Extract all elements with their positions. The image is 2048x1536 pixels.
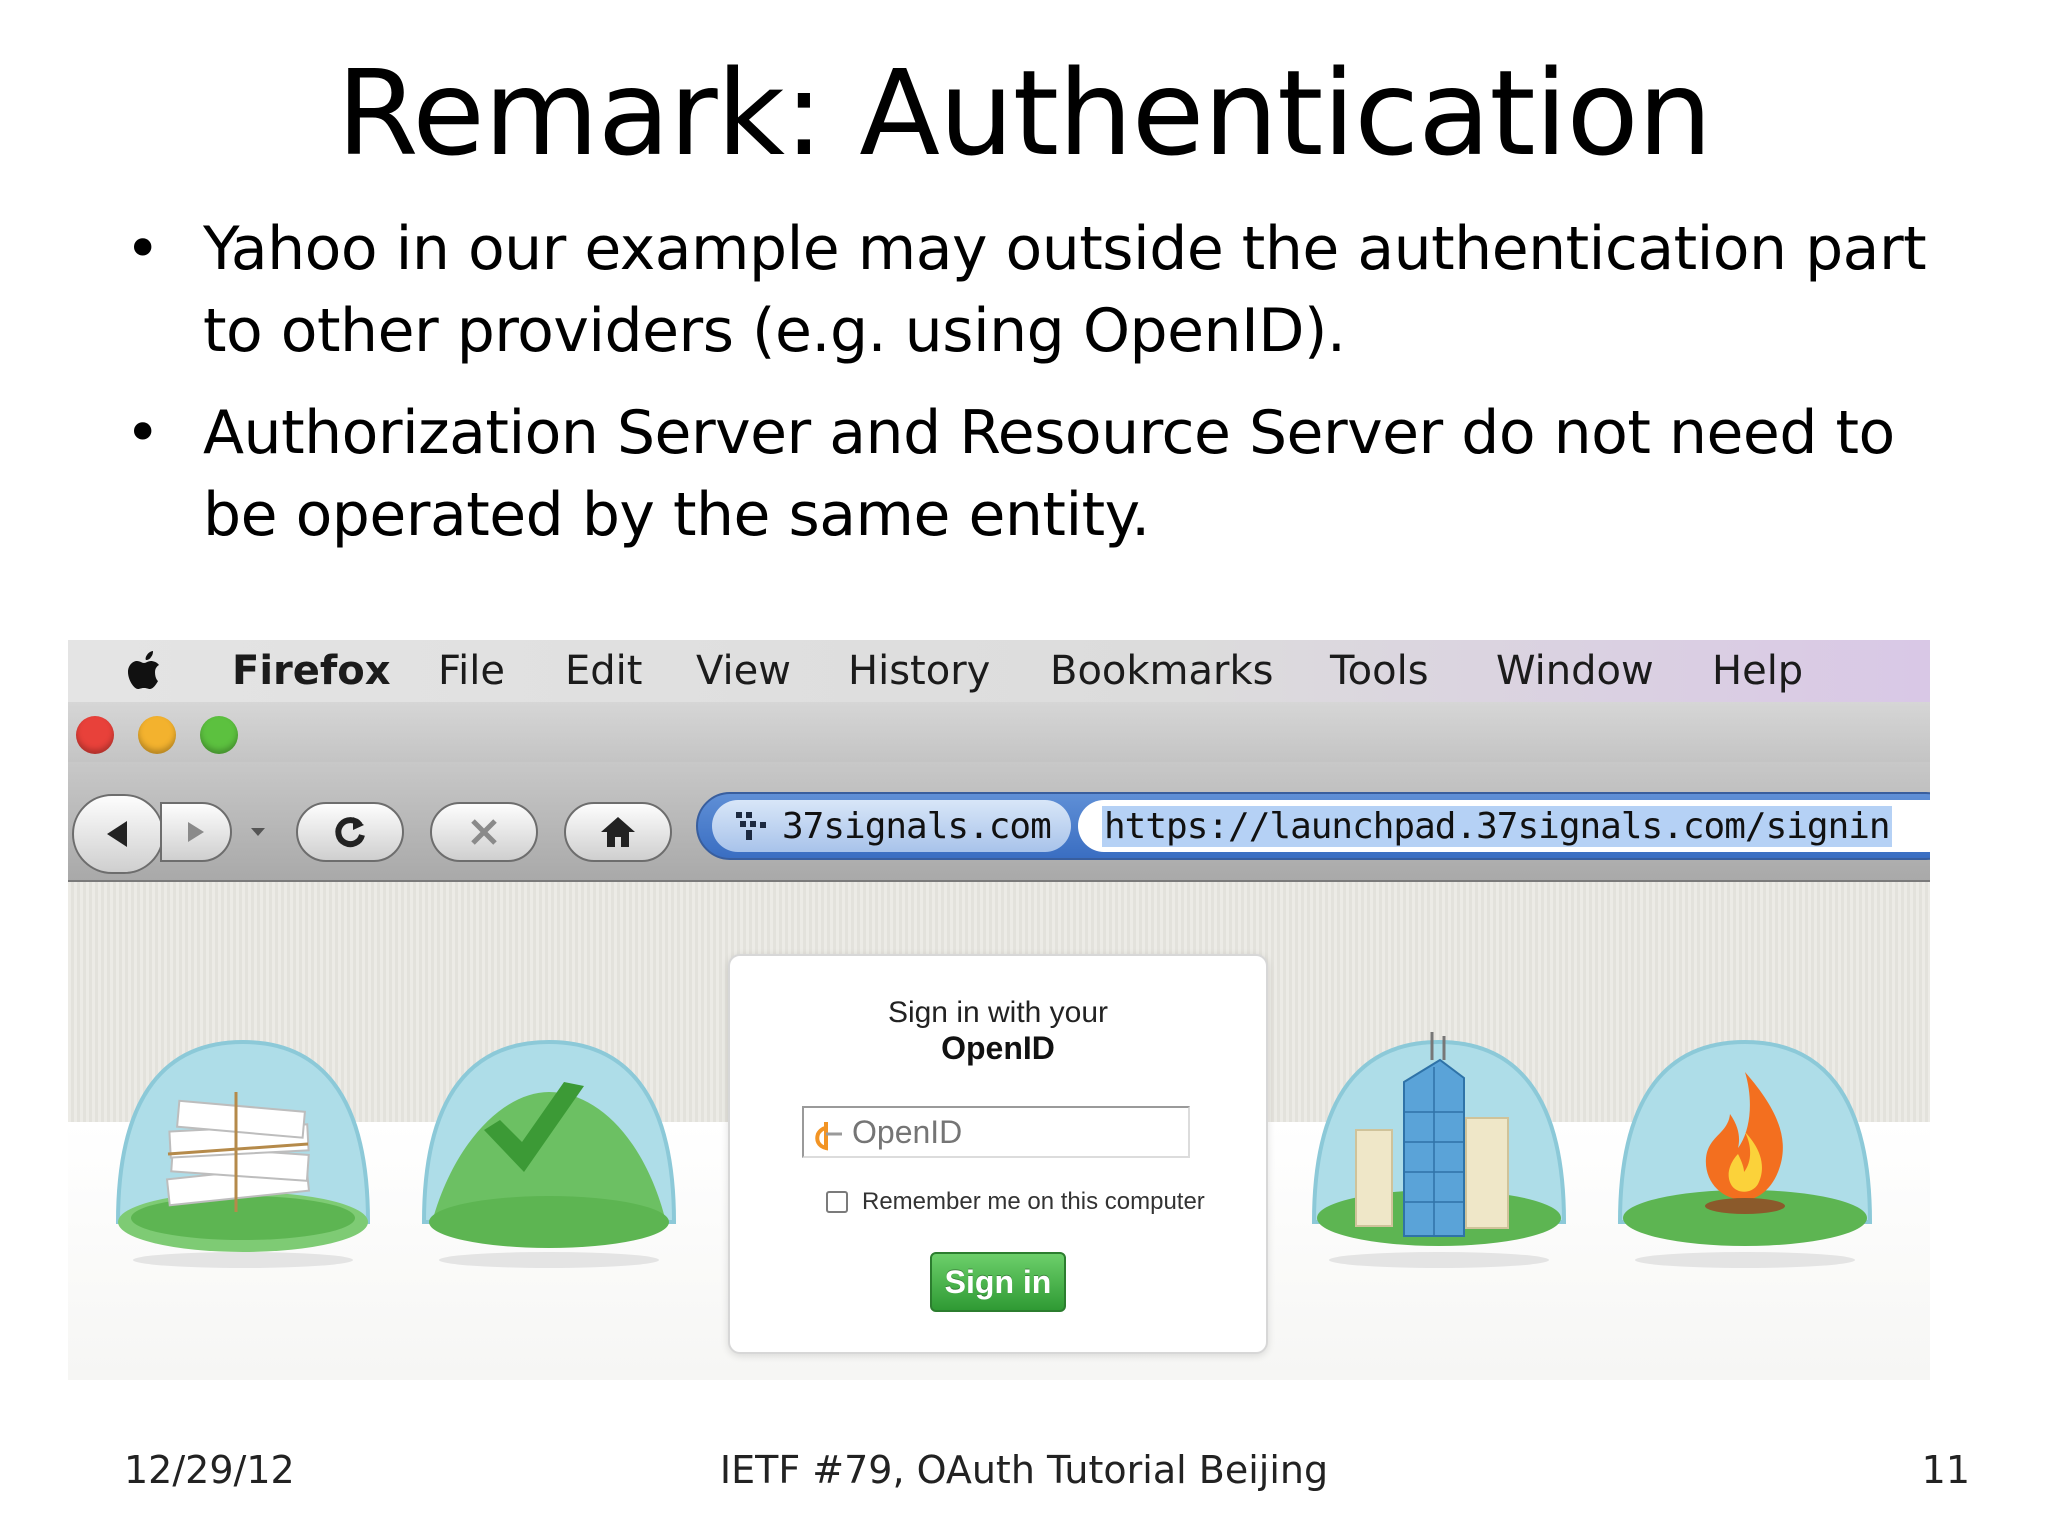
menu-history[interactable]: History <box>848 648 990 694</box>
close-window-button[interactable] <box>76 716 114 754</box>
reload-icon <box>335 817 365 848</box>
stop-icon <box>471 819 497 845</box>
bullet-marker: • <box>125 398 160 468</box>
forward-button[interactable] <box>160 802 232 862</box>
bullet-item: • Yahoo in our example may outside the a… <box>125 208 1965 372</box>
signin-heading-openid: OpenID <box>941 1030 1055 1066</box>
menu-window[interactable]: Window <box>1496 648 1654 694</box>
documents-dome-icon <box>115 1039 371 1268</box>
sign-in-button[interactable]: Sign in <box>930 1252 1066 1312</box>
minimize-window-button[interactable] <box>138 716 176 754</box>
site-identity-label: 37signals.com <box>782 805 1052 847</box>
bullet-text: Authorization Server and Resource Server… <box>203 398 1895 550</box>
remember-me-label[interactable]: Remember me on this computer <box>862 1188 1205 1216</box>
menu-bookmarks[interactable]: Bookmarks <box>1050 648 1273 694</box>
remember-me-row[interactable]: Remember me on this computer <box>826 1188 1205 1216</box>
bullet-list: • Yahoo in our example may outside the a… <box>125 208 1965 576</box>
openid-input[interactable] <box>802 1106 1190 1158</box>
home-icon <box>601 817 635 847</box>
window-title-bar <box>68 702 1930 762</box>
footer-page-number: 11 <box>1921 1448 1970 1492</box>
url-field[interactable]: https://launchpad.37signals.com/signin <box>1078 800 1930 852</box>
signin-card: Sign in with your OpenID Remember me on … <box>728 954 1268 1354</box>
checkmark-dome-icon <box>421 1039 677 1268</box>
menu-tools[interactable]: Tools <box>1330 648 1429 694</box>
bullet-item: • Authorization Server and Resource Serv… <box>125 392 1965 556</box>
history-dropdown-icon[interactable] <box>250 826 266 838</box>
site-identity-button[interactable]: 37signals.com <box>712 800 1071 852</box>
forward-icon <box>188 822 204 842</box>
apple-icon[interactable] <box>124 648 170 694</box>
url-text[interactable]: https://launchpad.37signals.com/signin <box>1102 805 1892 847</box>
signin-heading: Sign in with your <box>887 996 1109 1029</box>
openid-logo-icon <box>815 1122 842 1151</box>
buildings-dome-icon <box>1311 1032 1567 1268</box>
home-button[interactable] <box>564 802 672 862</box>
address-bar[interactable]: 37signals.com https://launchpad.37signal… <box>696 792 1930 860</box>
menu-file[interactable]: File <box>438 648 505 694</box>
menu-view[interactable]: View <box>696 648 791 694</box>
stop-button[interactable] <box>430 802 538 862</box>
flame-dome-icon <box>1617 1039 1873 1268</box>
menu-firefox[interactable]: Firefox <box>232 648 391 694</box>
menu-edit[interactable]: Edit <box>565 648 642 694</box>
back-button[interactable] <box>72 794 164 874</box>
bullet-text: Yahoo in our example may outside the aut… <box>203 214 1927 366</box>
site-identity-icon <box>736 812 766 840</box>
reload-button[interactable] <box>296 802 404 862</box>
slide-title: Remark: Authentication <box>336 44 1713 182</box>
browser-screenshot: Firefox File Edit View History Bookmarks… <box>68 640 1930 1380</box>
mac-menu-bar: Firefox File Edit View History Bookmarks… <box>68 640 1930 704</box>
remember-me-checkbox[interactable] <box>826 1191 848 1213</box>
web-page: Sign in with your OpenID Remember me on … <box>68 882 1930 1380</box>
footer-center: IETF #79, OAuth Tutorial Beijing <box>719 1448 1329 1492</box>
bullet-marker: • <box>125 214 160 284</box>
zoom-window-button[interactable] <box>200 716 238 754</box>
back-icon <box>107 821 127 847</box>
navigation-toolbar: 37signals.com https://launchpad.37signal… <box>68 762 1930 882</box>
menu-help[interactable]: Help <box>1712 648 1803 694</box>
